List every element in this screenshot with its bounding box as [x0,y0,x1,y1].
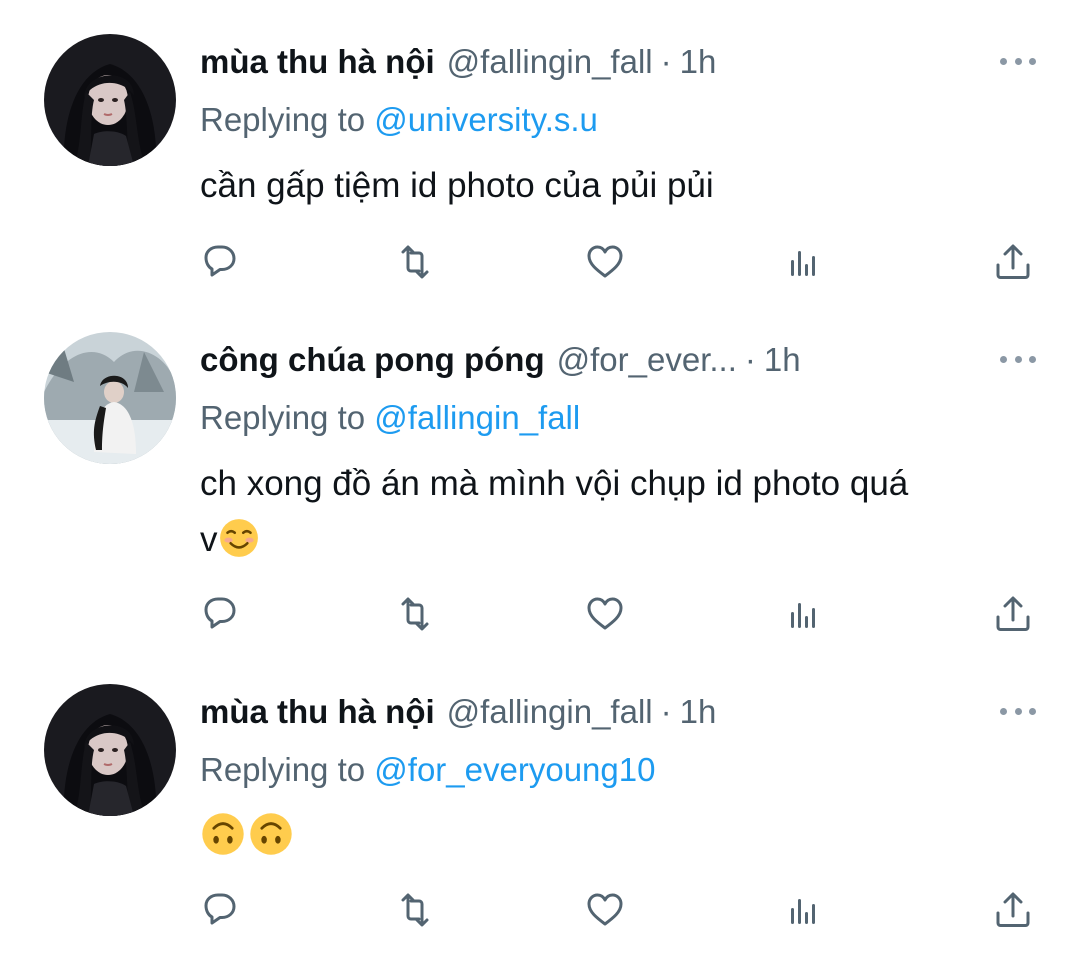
views-button[interactable] [772,232,832,292]
tweet-header: mùa thu hà nội @fallingin_fall · 1h [200,684,716,740]
separator: · [744,341,756,378]
action-bar [190,584,1050,644]
replying-prefix: Replying to [200,101,366,138]
user-handle[interactable]: @fallingin_fall [447,34,653,90]
tweet[interactable]: mùa thu hà nội @fallingin_fall · 1h Repl… [0,34,1080,304]
tweet-text: cần gấp tiệm id photo của pủi pủi [200,166,714,205]
share-icon [996,244,1030,279]
tweet[interactable]: công chúa pong póng @for_ever... · 1h Re… [0,332,1080,652]
share-icon [996,596,1030,631]
views-icon [791,603,815,628]
reply-button[interactable] [190,880,250,940]
action-bar [190,232,1050,292]
retweet-icon [401,597,429,631]
timestamp[interactable]: 1h [680,34,717,90]
replying-prefix: Replying to [200,399,366,436]
replying-mention-link[interactable]: @university.s.u [374,101,598,138]
replying-to: Replying to @fallingin_fall [200,396,580,440]
tweet-text-tail: v [200,520,218,559]
separator: · [660,693,672,730]
retweet-icon [401,893,429,927]
timestamp[interactable]: 1h [764,332,801,388]
like-icon [587,245,623,278]
reply-icon [204,245,236,277]
like-button[interactable] [575,232,635,292]
tweet-text-line: ch xong đồ án mà mình vội chụp id photo … [200,464,909,503]
replying-mention-link[interactable]: @fallingin_fall [374,399,580,436]
share-icon [996,892,1030,927]
views-button[interactable] [772,584,832,644]
avatar[interactable] [44,684,176,816]
reply-button[interactable] [190,584,250,644]
action-bar [190,880,1050,940]
share-button[interactable] [983,880,1043,940]
separator: · [660,43,672,80]
upside-down-face-emoji-icon [200,811,246,857]
reply-button[interactable] [190,232,250,292]
timestamp[interactable]: 1h [680,684,717,740]
tweet-header: công chúa pong póng @for_ever... · 1h [200,332,801,388]
smiling-face-emoji-icon [218,517,259,559]
display-name[interactable]: công chúa pong póng [200,332,545,388]
avatar-snow-scene-icon [44,332,176,464]
like-icon [587,893,623,926]
replying-to: Replying to @for_everyoung10 [200,748,655,792]
tweet-text-line: v [200,512,1040,568]
retweet-button[interactable] [385,880,445,940]
avatar[interactable] [44,34,176,166]
avatar-dark-hair-girl-icon [44,34,176,166]
display-name[interactable]: mùa thu hà nội [200,684,435,740]
retweet-button[interactable] [385,584,445,644]
tweet-text: ch xong đồ án mà mình vội chụp id photo … [200,456,1040,568]
tweet[interactable]: mùa thu hà nội @fallingin_fall · 1h Repl… [0,684,1080,954]
user-handle[interactable]: @fallingin_fall [447,684,653,740]
tweet-header: mùa thu hà nội @fallingin_fall · 1h [200,34,716,90]
avatar-dark-hair-girl-icon [44,684,176,816]
upside-down-face-emoji-icon [248,811,294,857]
views-icon [791,899,815,924]
share-button[interactable] [983,584,1043,644]
display-name[interactable]: mùa thu hà nội [200,34,435,90]
more-options-icon[interactable] [1000,706,1036,716]
replying-mention-link[interactable]: @for_everyoung10 [374,751,655,788]
retweet-icon [401,245,429,279]
share-button[interactable] [983,232,1043,292]
like-button[interactable] [575,584,635,644]
replying-to: Replying to @university.s.u [200,98,598,142]
like-button[interactable] [575,880,635,940]
views-button[interactable] [772,880,832,940]
user-handle[interactable]: @for_ever... [557,332,737,388]
reply-icon [204,893,236,925]
tweet-text [200,810,1040,866]
retweet-button[interactable] [385,232,445,292]
replying-prefix: Replying to [200,751,366,788]
views-icon [791,251,815,276]
more-options-icon[interactable] [1000,56,1036,66]
avatar[interactable] [44,332,176,464]
like-icon [587,597,623,630]
more-options-icon[interactable] [1000,354,1036,364]
reply-icon [204,597,236,629]
